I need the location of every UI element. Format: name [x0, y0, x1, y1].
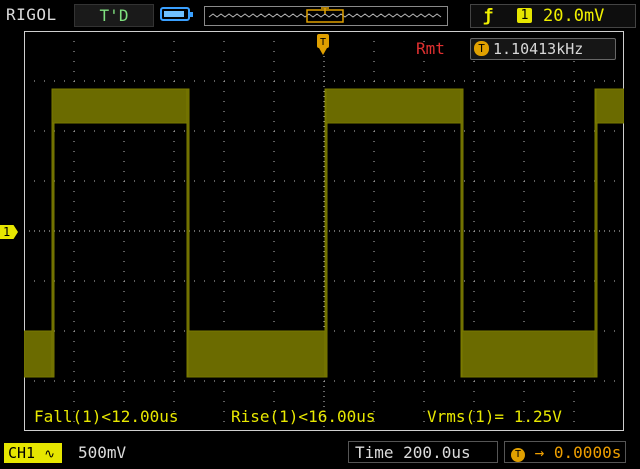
timebase-box[interactable]: Time 200.0us: [348, 441, 498, 463]
vrms-measurement: Vrms(1)= 1.25V: [427, 407, 562, 426]
timebase-value: Time 200.0us: [355, 443, 471, 462]
rising-edge-icon: ƒ: [483, 6, 494, 26]
trace-low-segment: [24, 330, 53, 378]
ch1-vertical-scale[interactable]: 500mV: [78, 443, 126, 462]
ac-coupling-icon: ∿: [44, 447, 56, 462]
trigger-level: 20.0mV: [543, 6, 605, 26]
trigger-position-marker[interactable]: T: [316, 34, 330, 56]
rise-time-measurement: Rise(1)<16.00us: [231, 407, 376, 426]
memory-depth-bar: [204, 6, 448, 26]
ch1-level-marker[interactable]: 1: [0, 225, 18, 239]
bottom-status-bar: CH1 ∿ 500mV Time 200.0us T → 0.0000s: [0, 438, 640, 469]
trace-high-segment: [595, 88, 624, 124]
trigger-t-icon: T: [511, 448, 525, 462]
frequency-value: 1.10413kHz: [493, 40, 584, 58]
trigger-offset-box[interactable]: T → 0.0000s: [504, 441, 626, 463]
fall-time-measurement: Fall(1)<12.00us: [34, 407, 179, 426]
trace-rising-edge: [594, 88, 598, 378]
ch1-trace: [24, 88, 624, 378]
trace-rising-edge: [324, 88, 328, 378]
trigger-panel[interactable]: ƒ 1 20.0mV: [470, 4, 636, 28]
trigger-icon: T: [474, 41, 489, 56]
svg-text:T: T: [320, 37, 326, 48]
trace-high-segment: [51, 88, 189, 124]
frequency-counter: T 1.10413kHz: [470, 38, 616, 60]
trace-rising-edge: [51, 88, 55, 378]
trace-high-segment: [325, 88, 463, 124]
memory-waveform-preview: [208, 13, 442, 18]
brand-logo: RIGOL: [6, 5, 57, 24]
trace-low-segment: [461, 330, 597, 378]
trigger-status: T'D: [74, 4, 154, 27]
trigger-channel-badge: 1: [517, 8, 532, 23]
ch1-badge[interactable]: CH1 ∿: [4, 443, 62, 463]
trace-low-segment: [187, 330, 327, 378]
trigger-offset-value: → 0.0000s: [534, 443, 622, 462]
memory-trigger-marker: [321, 7, 329, 14]
ch1-label: CH1: [8, 444, 36, 462]
remote-indicator: Rmt: [416, 39, 445, 58]
status-bar: RIGOL T'D ƒ 1 20.0mV: [0, 0, 640, 30]
waveform-display[interactable]: [24, 31, 624, 431]
battery-icon: [160, 7, 193, 21]
